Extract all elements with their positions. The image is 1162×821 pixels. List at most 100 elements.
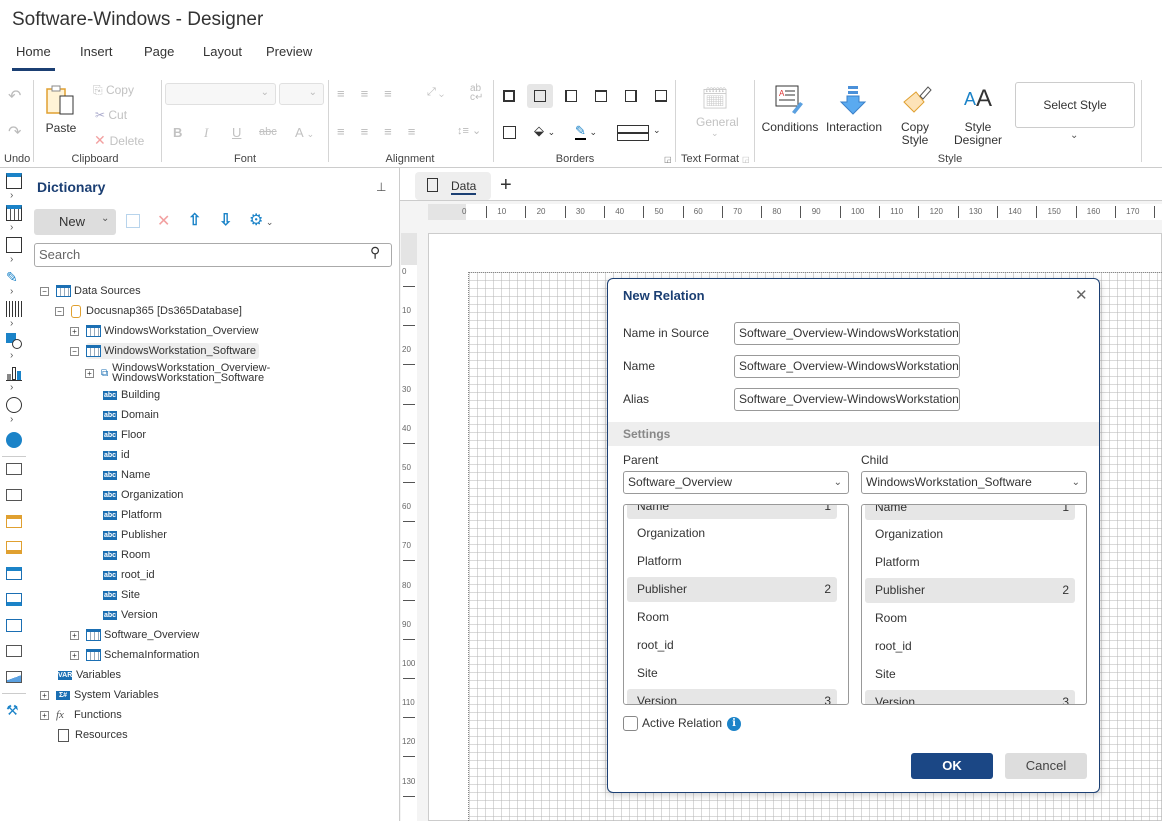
copy-style-button[interactable]: Copy Style — [893, 121, 937, 147]
tree-item-resources[interactable]: Resources — [58, 725, 128, 745]
chevron-right-icon[interactable]: › — [10, 414, 13, 425]
ok-button[interactable]: OK — [911, 753, 993, 779]
paste-icon[interactable] — [46, 84, 76, 116]
gauge-icon[interactable] — [6, 397, 22, 413]
font-family-select[interactable]: ⌄ — [165, 83, 276, 105]
tree-field[interactable]: abc Building — [103, 385, 160, 405]
image-icon[interactable] — [6, 671, 22, 683]
style-designer-button[interactable]: Style Designer — [950, 121, 1006, 147]
border-all-icon[interactable] — [503, 90, 515, 102]
tab-preview[interactable]: Preview — [266, 44, 312, 59]
add-page-icon[interactable]: + — [500, 174, 512, 197]
tree-field[interactable]: abc Publisher — [103, 525, 167, 545]
tab-page[interactable]: Page — [144, 44, 174, 59]
parent-select[interactable]: Software_Overview ⌄ — [623, 471, 849, 494]
chart-icon[interactable] — [6, 365, 22, 381]
delete-icon[interactable]: ✕ — [157, 211, 170, 231]
copy-button[interactable]: ⎘ Copy — [93, 83, 134, 98]
tree-field[interactable]: abc Platform — [103, 505, 162, 525]
map-icon[interactable] — [6, 432, 22, 448]
conditions-button[interactable]: Conditions — [761, 121, 819, 134]
bold-button[interactable]: B — [173, 125, 182, 140]
pencil-icon[interactable]: ✎ — [6, 269, 22, 285]
footer-band-icon[interactable] — [6, 593, 22, 606]
underline-button[interactable]: U — [232, 125, 241, 140]
font-color-button[interactable]: A ⌄ — [295, 125, 314, 140]
fill-color-button[interactable]: ⬙ ⌄ — [534, 123, 555, 139]
barcode-icon[interactable] — [6, 301, 22, 317]
child-column-item[interactable]: Organization — [865, 522, 1075, 547]
chevron-right-icon[interactable]: › — [10, 190, 13, 201]
child-column-item[interactable]: root_id — [865, 634, 1075, 659]
expand-icon[interactable]: + — [70, 326, 79, 336]
border-top-icon[interactable] — [595, 90, 607, 102]
border-color-button[interactable]: ✎ ⌄ — [575, 123, 597, 140]
tree-item-data-sources[interactable]: − Data Sources — [40, 281, 141, 301]
parent-column-item[interactable]: root_id — [627, 633, 837, 658]
border-line-style-button[interactable] — [617, 125, 649, 141]
cancel-button[interactable]: Cancel — [1005, 753, 1087, 779]
parent-column-item[interactable]: Site — [627, 661, 837, 686]
expand-icon[interactable]: + — [70, 650, 79, 660]
move-up-icon[interactable]: ⇧ — [188, 210, 201, 230]
tree-field[interactable]: abc Floor — [103, 425, 146, 445]
panel-icon[interactable] — [6, 619, 22, 632]
child-column-item[interactable]: Name 1 — [865, 505, 1075, 520]
tree-item-schema-information[interactable]: + SchemaInformation — [70, 645, 199, 665]
expand-icon[interactable]: + — [70, 630, 79, 640]
interaction-button[interactable]: Interaction — [825, 121, 883, 134]
tree-item-connection[interactable]: − Docusnap365 [Ds365Database] — [55, 301, 242, 321]
new-button[interactable]: New ⌄ — [34, 209, 116, 235]
chevron-right-icon[interactable]: › — [10, 286, 13, 297]
collapse-icon[interactable]: − — [55, 306, 64, 316]
chevron-down-icon[interactable]: ⌄ — [653, 125, 661, 136]
pin-icon[interactable]: ⊥ — [376, 180, 386, 194]
tree-item-variables[interactable]: VAR Variables — [58, 665, 121, 685]
word-wrap-icon[interactable]: ab c↵ — [470, 84, 483, 103]
edit-icon[interactable] — [126, 214, 140, 228]
parent-column-item[interactable]: Room — [627, 605, 837, 630]
dialog-launcher-icon[interactable]: ◲ — [742, 155, 750, 164]
page-header-icon[interactable] — [6, 515, 22, 528]
child-column-item[interactable]: Publisher 2 — [865, 578, 1075, 603]
border-right-icon[interactable] — [625, 90, 637, 102]
name-input[interactable]: Software_Overview-WindowsWorkstation — [734, 355, 960, 378]
select-style-button[interactable]: Select Style — [1015, 82, 1135, 128]
tree-field[interactable]: abc Version — [103, 605, 158, 625]
cut-button[interactable]: ✂ Cut — [95, 108, 127, 122]
band-icon[interactable] — [6, 173, 22, 189]
parent-column-item[interactable]: Publisher 2 — [627, 577, 837, 602]
child-columns-list[interactable]: Name 1 Organization Platform Publisher 2 R… — [861, 504, 1087, 705]
border-none-button[interactable] — [527, 84, 553, 108]
tree-item-ws-software[interactable]: − WindowsWorkstation_Software — [70, 341, 260, 361]
page-footer-icon[interactable] — [6, 541, 22, 554]
font-size-select[interactable]: ⌄ — [279, 83, 324, 105]
tree-field[interactable]: abc Site — [103, 585, 140, 605]
search-icon[interactable]: ⚲ — [370, 244, 380, 261]
italic-button[interactable]: I — [204, 125, 208, 141]
border-style-icon[interactable] — [503, 126, 516, 139]
settings-gear-icon[interactable]: ⚙ ⌄ — [249, 210, 273, 230]
search-input[interactable]: Search — [34, 243, 392, 267]
parent-column-item[interactable]: Version 3 — [627, 689, 837, 704]
dialog-launcher-icon[interactable]: ◲ — [664, 155, 672, 164]
cross-band-icon[interactable] — [6, 237, 22, 253]
expand-icon[interactable]: + — [85, 368, 94, 378]
child-select[interactable]: WindowsWorkstation_Software ⌄ — [861, 471, 1087, 494]
border-bottom-icon[interactable] — [655, 90, 667, 102]
horizontal-align-buttons[interactable]: ≡≡≡≡ — [337, 124, 431, 139]
alias-input[interactable]: Software_Overview-WindowsWorkstation — [734, 388, 960, 411]
child-column-item[interactable]: Version 3 — [865, 690, 1075, 704]
header-band-icon[interactable] — [6, 567, 22, 580]
data-band-icon[interactable] — [6, 205, 22, 221]
tree-item-ws-overview[interactable]: + WindowsWorkstation_Overview — [70, 321, 258, 341]
collapse-icon[interactable]: − — [70, 346, 79, 356]
text-rotation-icon[interactable]: ⤢ ⌄ — [427, 86, 444, 99]
child-column-item[interactable]: Room — [865, 606, 1075, 631]
parent-column-item[interactable]: Platform — [627, 549, 837, 574]
move-down-icon[interactable]: ⇩ — [219, 210, 232, 230]
redo-icon[interactable]: ↷ — [8, 122, 21, 142]
expand-icon[interactable]: + — [40, 710, 49, 720]
name-in-source-input[interactable]: Software_Overview-WindowsWorkstation — [734, 322, 960, 345]
chevron-right-icon[interactable]: › — [10, 382, 13, 393]
